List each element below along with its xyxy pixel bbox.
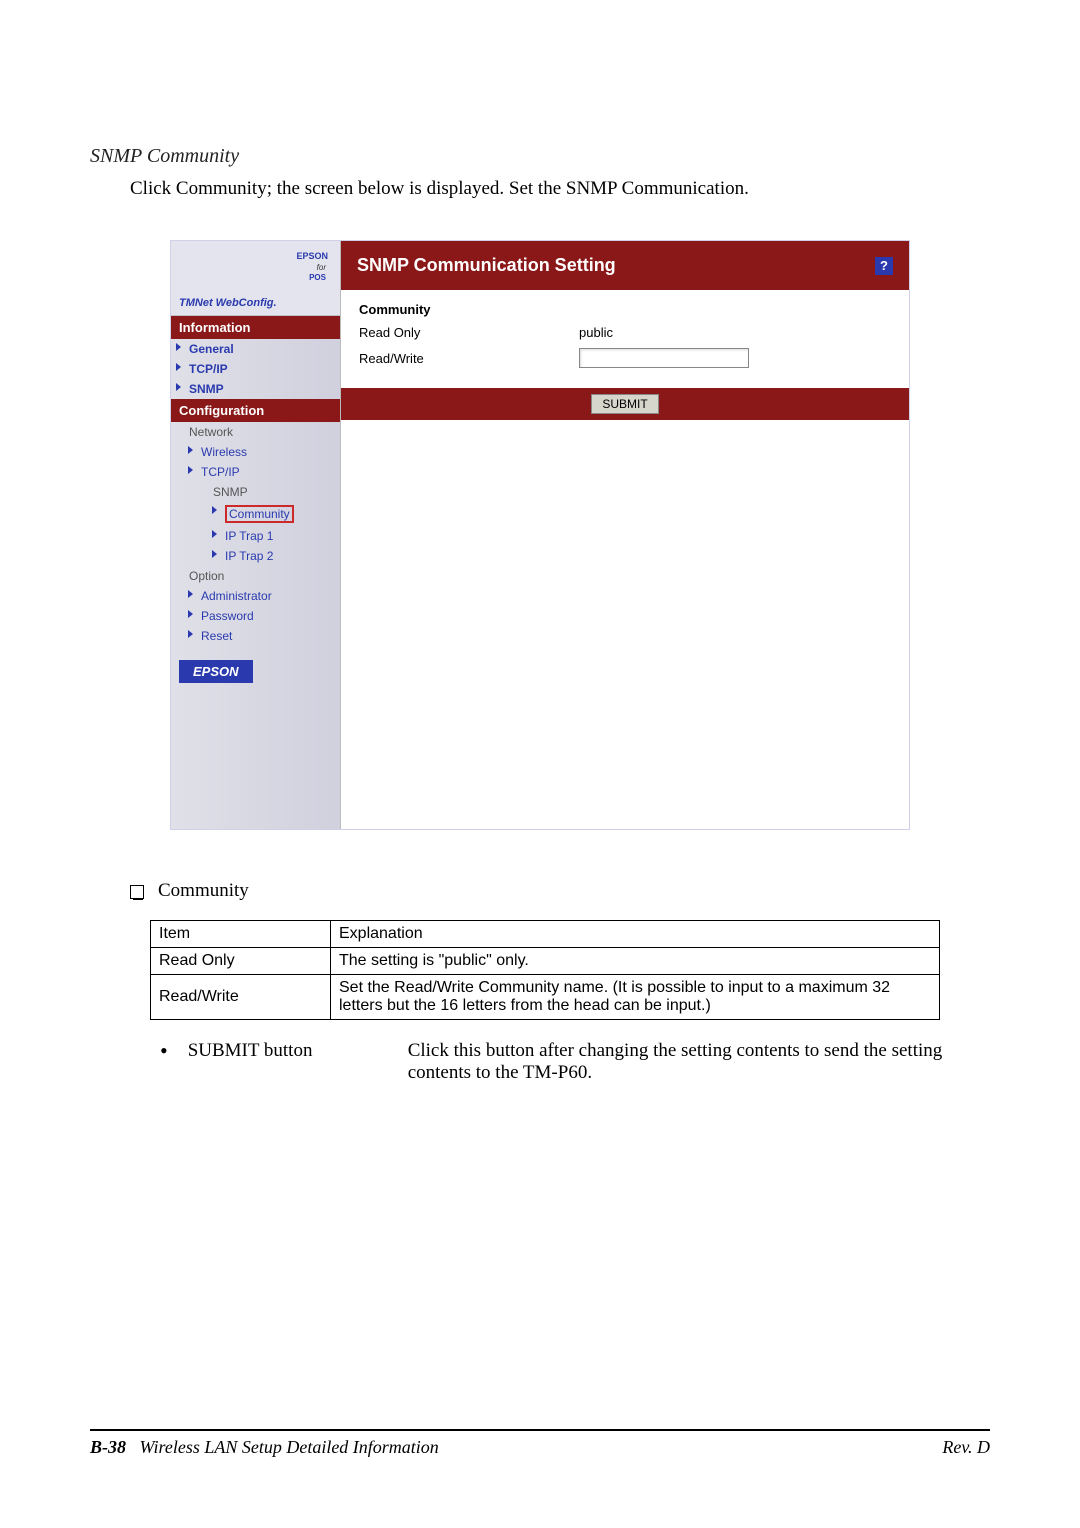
right-pane: SNMP Communication Setting ? Community R… <box>341 241 909 829</box>
footer-left: B-38 Wireless LAN Setup Detailed Informa… <box>90 1437 439 1458</box>
nav-iptrap1[interactable]: IP Trap 1 <box>207 526 340 546</box>
logo-pos: POS <box>309 273 326 282</box>
footer-title: Wireless LAN Setup Detailed Information <box>140 1437 439 1457</box>
header-explanation: Explanation <box>331 921 940 948</box>
nav-administrator-label: Administrator <box>201 589 272 603</box>
nav-snmp2: SNMP <box>183 482 340 502</box>
nav-tcpip2[interactable]: TCP/IP <box>183 462 340 482</box>
chevron-right-icon <box>212 550 217 558</box>
read-write-label: Read/Write <box>359 351 579 366</box>
nav-reset[interactable]: Reset <box>183 626 340 646</box>
table-row: Read/Write Set the Read/Write Community … <box>151 975 940 1020</box>
table-header-row: Item Explanation <box>151 921 940 948</box>
community-subsection: Community <box>130 880 990 902</box>
submit-button[interactable]: SUBMIT <box>591 394 658 414</box>
read-write-row: Read/Write <box>359 348 891 368</box>
explanation-table: Item Explanation Read Only The setting i… <box>150 920 940 1020</box>
read-only-value: public <box>579 325 613 340</box>
nav-snmp[interactable]: SNMP <box>171 379 340 399</box>
nav-password[interactable]: Password <box>183 606 340 626</box>
header-item: Item <box>151 921 331 948</box>
nav-iptrap2[interactable]: IP Trap 2 <box>207 546 340 566</box>
form-area: Community Read Only public Read/Write <box>341 290 909 388</box>
read-only-label: Read Only <box>359 325 579 340</box>
chevron-right-icon <box>188 610 193 618</box>
logo-for: for <box>317 263 326 272</box>
submit-bullet-text: Click this button after changing the set… <box>408 1040 990 1084</box>
screenshot-panel: EPSON for POS TMNet WebConfig. Informati… <box>170 240 910 830</box>
table-row: Read Only The setting is "public" only. <box>151 948 940 975</box>
footer-page: B-38 <box>90 1437 126 1457</box>
cell-item: Read/Write <box>151 975 331 1020</box>
chevron-right-icon <box>176 383 181 391</box>
submit-bullet-label: SUBMIT button <box>188 1040 388 1084</box>
nav-general-label: General <box>189 342 234 356</box>
cell-explanation: The setting is "public" only. <box>331 948 940 975</box>
nav-header-information: Information <box>171 316 340 339</box>
pane-title: SNMP Communication Setting <box>357 255 616 276</box>
checkbox-icon <box>130 885 144 899</box>
nav-community-highlight: Community <box>225 505 294 523</box>
pane-title-bar: SNMP Communication Setting ? <box>341 241 909 290</box>
nav-administrator[interactable]: Administrator <box>183 586 340 606</box>
nav-header-configuration: Configuration <box>171 399 340 422</box>
submit-note: • SUBMIT button Click this button after … <box>160 1040 990 1084</box>
footer-rev: Rev. D <box>942 1437 990 1458</box>
cell-explanation: Set the Read/Write Community name. (It i… <box>331 975 940 1020</box>
epson-logo-text: EPSON <box>296 251 328 261</box>
nav-iptrap1-label: IP Trap 1 <box>225 529 273 543</box>
nav-wireless-label: Wireless <box>201 445 247 459</box>
chevron-right-icon <box>188 630 193 638</box>
nav-tcpip[interactable]: TCP/IP <box>171 359 340 379</box>
nav-password-label: Password <box>201 609 254 623</box>
nav-option: Option <box>171 566 340 586</box>
nav-tcpip-label: TCP/IP <box>189 362 228 376</box>
bullet-icon: • <box>160 1040 168 1084</box>
nav-snmp-label: SNMP <box>189 382 224 396</box>
tmnet-webconfig: TMNet WebConfig. <box>179 297 277 309</box>
section-title: SNMP Community <box>90 145 990 168</box>
nav-reset-label: Reset <box>201 629 232 643</box>
chevron-right-icon <box>188 590 193 598</box>
nav-general[interactable]: General <box>171 339 340 359</box>
nav-tcpip2-label: TCP/IP <box>201 465 240 479</box>
footer: B-38 Wireless LAN Setup Detailed Informa… <box>90 1429 990 1458</box>
form-title: Community <box>359 302 891 317</box>
chevron-right-icon <box>176 343 181 351</box>
chevron-right-icon <box>212 530 217 538</box>
chevron-right-icon <box>176 363 181 371</box>
nav-wireless[interactable]: Wireless <box>183 442 340 462</box>
read-write-input[interactable] <box>579 348 749 368</box>
nav-community[interactable]: Community <box>207 502 340 526</box>
cell-item: Read Only <box>151 948 331 975</box>
intro-text: Click Community; the screen below is dis… <box>130 178 990 200</box>
chevron-right-icon <box>188 446 193 454</box>
nav-iptrap2-label: IP Trap 2 <box>225 549 273 563</box>
epson-badge: EPSON <box>179 660 253 683</box>
logo-area: EPSON for POS TMNet WebConfig. <box>171 241 340 316</box>
read-only-row: Read Only public <box>359 325 891 340</box>
nav-network: Network <box>171 422 340 442</box>
chevron-right-icon <box>188 466 193 474</box>
chevron-right-icon <box>212 506 217 514</box>
submit-bar: SUBMIT <box>341 388 909 420</box>
left-nav: EPSON for POS TMNet WebConfig. Informati… <box>171 241 341 829</box>
help-icon[interactable]: ? <box>875 257 893 275</box>
community-label: Community <box>158 880 249 902</box>
